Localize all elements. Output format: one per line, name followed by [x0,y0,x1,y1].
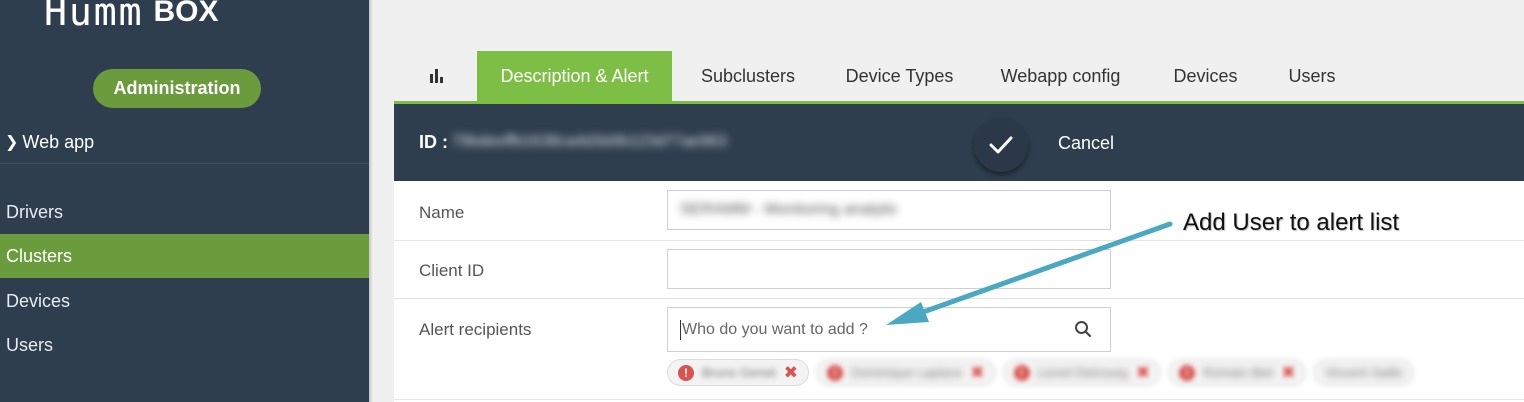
annotation-text: Add User to alert list [1183,209,1400,236]
annotation-arrow [886,221,1173,325]
